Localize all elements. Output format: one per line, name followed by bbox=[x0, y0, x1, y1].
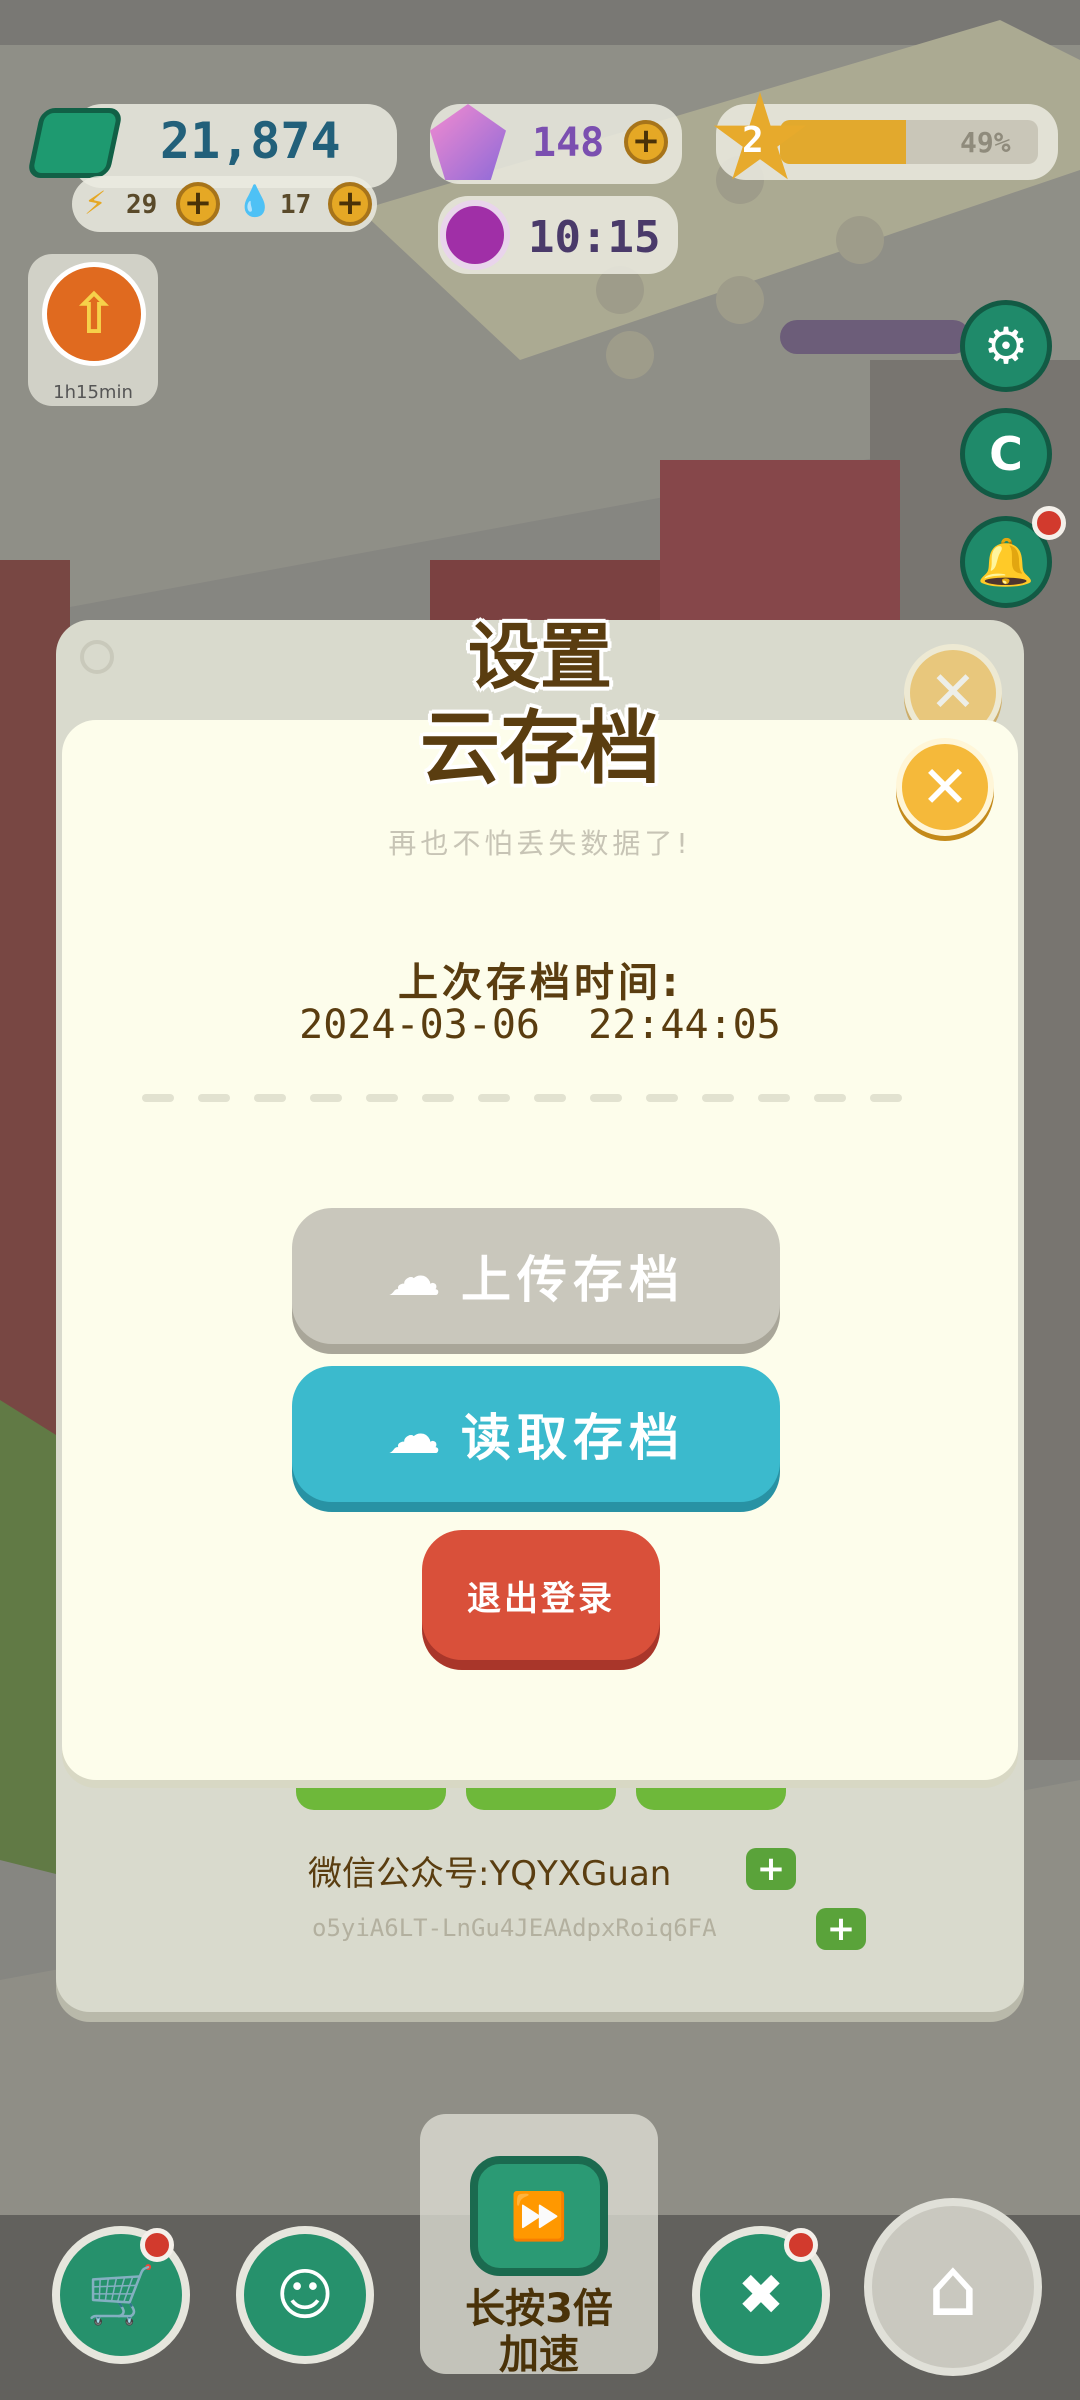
clock-value: 10:15 bbox=[528, 212, 661, 263]
home-icon: ⌂ bbox=[927, 2240, 979, 2334]
water-value: 17 bbox=[280, 190, 312, 220]
cart-icon: 🛒 bbox=[86, 2263, 156, 2328]
upload-save-button[interactable]: ☁ 上传存档 bbox=[292, 1208, 780, 1344]
download-save-button[interactable]: ☁ 读取存档 bbox=[292, 1366, 780, 1502]
boost-timer-label: 1h15min bbox=[53, 382, 133, 403]
water-icon: 💧 bbox=[236, 184, 274, 219]
level-progress-label: 49% bbox=[960, 126, 1011, 159]
notification-badge bbox=[1032, 506, 1066, 540]
money-icon bbox=[26, 108, 124, 178]
cloud-download-icon: ☁ bbox=[387, 1402, 447, 1466]
wechat-label: 微信公众号:YQYXGuan bbox=[308, 1854, 672, 1894]
logout-label: 退出登录 bbox=[467, 1578, 615, 1619]
tools-icon: ✖ bbox=[737, 2262, 785, 2328]
cloud-save-subtitle: 再也不怕丢失数据了! bbox=[388, 827, 692, 860]
gems-value: 148 bbox=[532, 120, 605, 166]
speed-up-label-2: 加速 bbox=[499, 2332, 579, 2378]
boost-arrow-icon: ⇧ bbox=[42, 262, 146, 366]
clock-icon bbox=[440, 200, 510, 270]
energy-plus-button[interactable]: + bbox=[176, 182, 220, 226]
user-id-label: o5yiA6LT-LnGu4JEAAdpxRoiq6FA bbox=[312, 1914, 717, 1942]
settings-green-buttons-hint bbox=[296, 1776, 446, 1810]
tv-icon: ⏩ bbox=[470, 2156, 608, 2276]
settings-green-buttons-hint-3 bbox=[636, 1776, 786, 1810]
close-icon: ✕ bbox=[920, 753, 970, 821]
settings-green-buttons-hint-2 bbox=[466, 1776, 616, 1810]
upload-save-label: 上传存档 bbox=[461, 1251, 685, 1309]
smile-icon: ☺ bbox=[275, 2262, 335, 2328]
build-tools-badge bbox=[784, 2228, 818, 2262]
bell-icon: 🔔 bbox=[977, 534, 1035, 589]
money-value: 21,874 bbox=[160, 112, 341, 170]
settings-gear-button[interactable]: ⚙ bbox=[960, 300, 1052, 392]
copy-wechat-button[interactable]: + bbox=[746, 1848, 796, 1890]
home-button[interactable]: ⌂ bbox=[864, 2198, 1042, 2376]
logout-button[interactable]: 退出登录 bbox=[422, 1530, 660, 1660]
share-icon: C bbox=[989, 427, 1023, 481]
cloud-upload-icon: ☁ bbox=[387, 1244, 447, 1308]
copy-user-id-button[interactable]: + bbox=[816, 1908, 866, 1950]
last-save-label: 上次存档时间: bbox=[398, 960, 682, 1006]
gear-icon: ⚙ bbox=[983, 317, 1029, 375]
emoji-button[interactable]: ☺ bbox=[236, 2226, 374, 2364]
last-save-time: 2024-03-06 22:44:05 bbox=[299, 1002, 781, 1048]
download-save-label: 读取存档 bbox=[461, 1409, 685, 1467]
energy-value: 29 bbox=[126, 190, 158, 220]
share-button[interactable]: C bbox=[960, 408, 1052, 500]
gems-plus-button[interactable]: + bbox=[624, 120, 668, 164]
water-plus-button[interactable]: + bbox=[328, 182, 372, 226]
level-value: 2 bbox=[742, 120, 764, 161]
energy-icon: ⚡ bbox=[84, 184, 107, 222]
shop-badge bbox=[140, 2228, 174, 2262]
